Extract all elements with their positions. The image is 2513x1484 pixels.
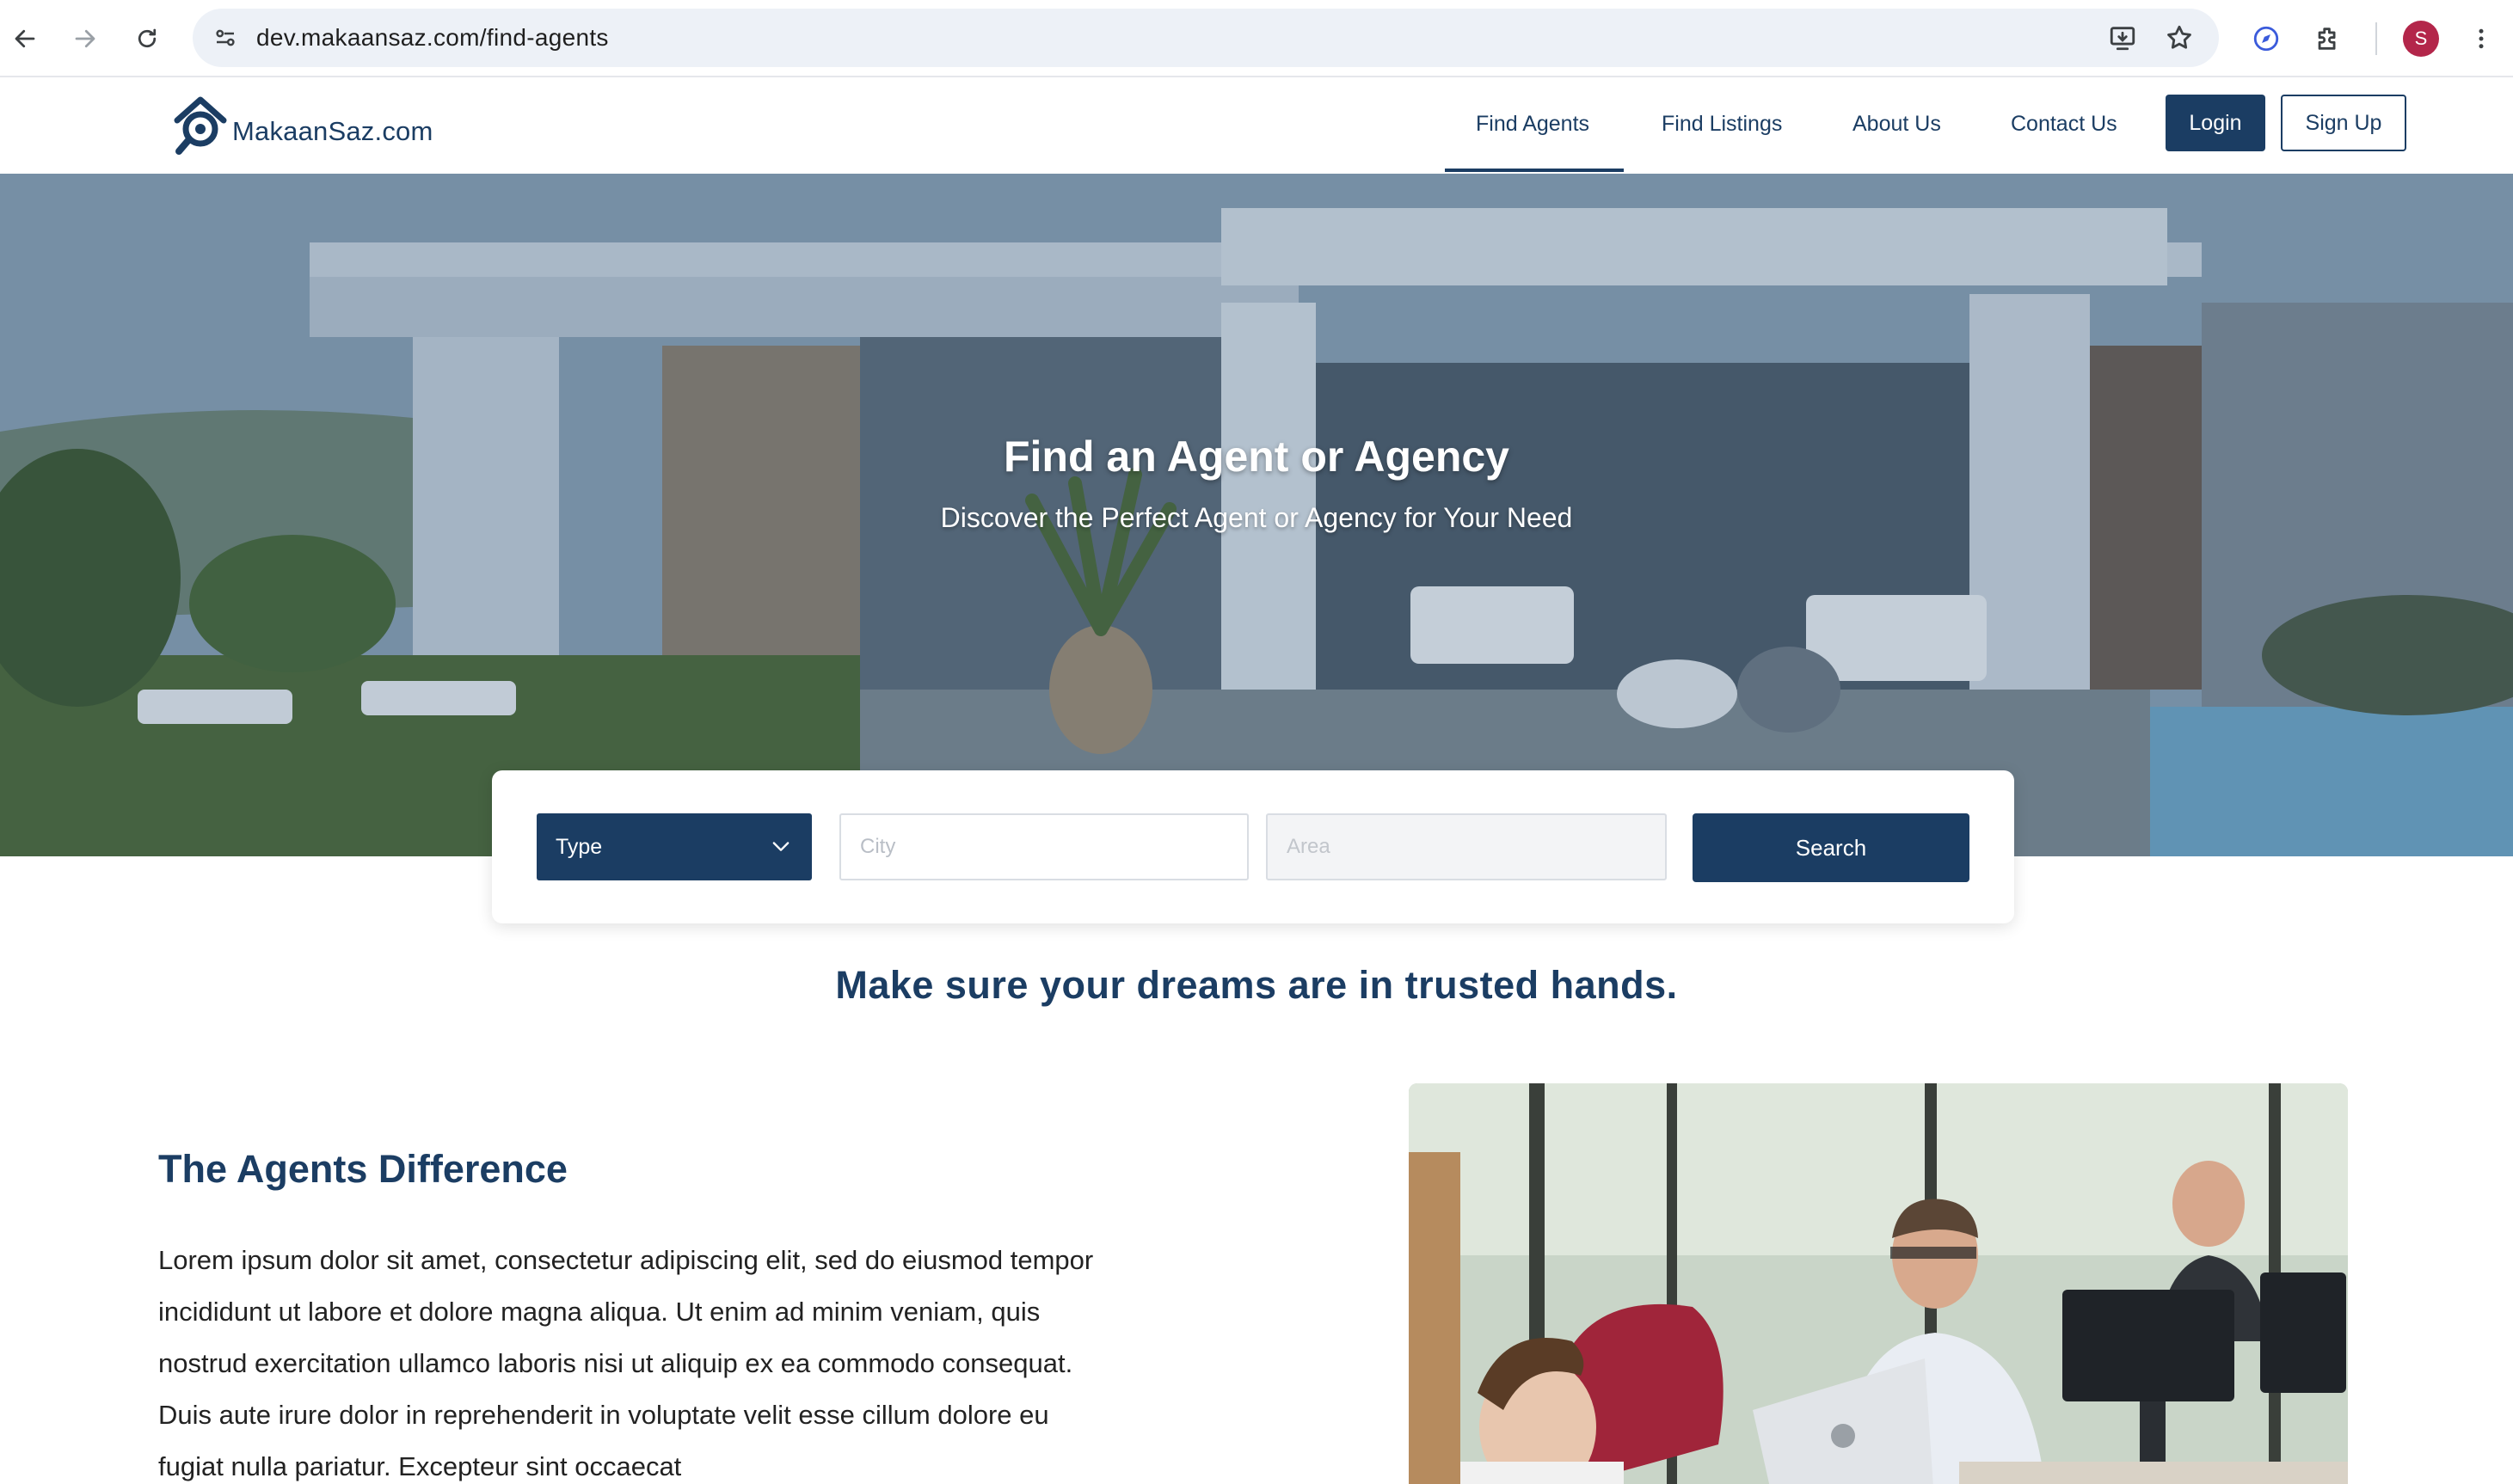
hero-title: Find an Agent or Agency — [1004, 432, 1509, 481]
nav-contact-us[interactable]: Contact Us — [2011, 107, 2117, 141]
search-card: Type City Area Search — [492, 770, 2014, 923]
office-people-image — [1409, 1083, 2348, 1484]
hero-banner: Find an Agent or Agency Discover the Per… — [0, 174, 2513, 856]
area-input[interactable]: Area — [1266, 813, 1667, 880]
chevron-down-icon — [772, 842, 790, 851]
signup-button[interactable]: Sign Up — [2281, 95, 2406, 151]
url-text[interactable]: dev.makaansaz.com/find-agents — [256, 9, 609, 67]
house-logo-icon — [174, 96, 227, 155]
search-button[interactable]: Search — [1693, 813, 1969, 882]
browser-toolbar: dev.makaansaz.com/find-agents S — [0, 0, 2513, 77]
back-icon[interactable] — [5, 19, 45, 58]
site-settings-icon[interactable] — [208, 21, 243, 55]
logo-text: MakaanSaz.com — [232, 116, 433, 146]
section-title: The Agents Difference — [158, 1147, 568, 1191]
install-app-icon[interactable] — [2105, 21, 2140, 55]
city-input[interactable]: City — [839, 813, 1249, 880]
login-button[interactable]: Login — [2166, 95, 2265, 151]
nav-find-agents[interactable]: Find Agents — [1444, 107, 1625, 172]
extension-compass-icon[interactable] — [2246, 19, 2286, 58]
toolbar-divider — [2375, 22, 2377, 55]
chrome-menu-icon[interactable] — [2461, 19, 2501, 58]
area-placeholder: Area — [1287, 835, 1330, 858]
office-photo — [1409, 1083, 2348, 1484]
type-select[interactable]: Type — [537, 813, 812, 880]
type-select-value: Type — [556, 834, 603, 859]
city-placeholder: City — [860, 835, 896, 858]
extensions-puzzle-icon[interactable] — [2308, 19, 2348, 58]
body-paragraph: Lorem ipsum dolor sit amet, consectetur … — [158, 1245, 1094, 1481]
tagline: Make sure your dreams are in trusted han… — [835, 963, 1678, 1007]
site-header: MakaanSaz.com Find Agents Find Listings … — [0, 79, 2513, 174]
bookmark-star-icon[interactable] — [2162, 21, 2197, 55]
address-bar[interactable]: dev.makaansaz.com/find-agents — [193, 9, 2219, 67]
reload-icon[interactable] — [127, 19, 167, 58]
hero-subtitle: Discover the Perfect Agent or Agency for… — [940, 502, 1573, 533]
forward-icon[interactable] — [65, 19, 105, 58]
nav-about-us[interactable]: About Us — [1852, 107, 1941, 141]
nav-find-listings[interactable]: Find Listings — [1662, 107, 1782, 141]
profile-avatar[interactable]: S — [2403, 21, 2439, 57]
site-logo[interactable]: MakaanSaz.com — [172, 95, 433, 156]
